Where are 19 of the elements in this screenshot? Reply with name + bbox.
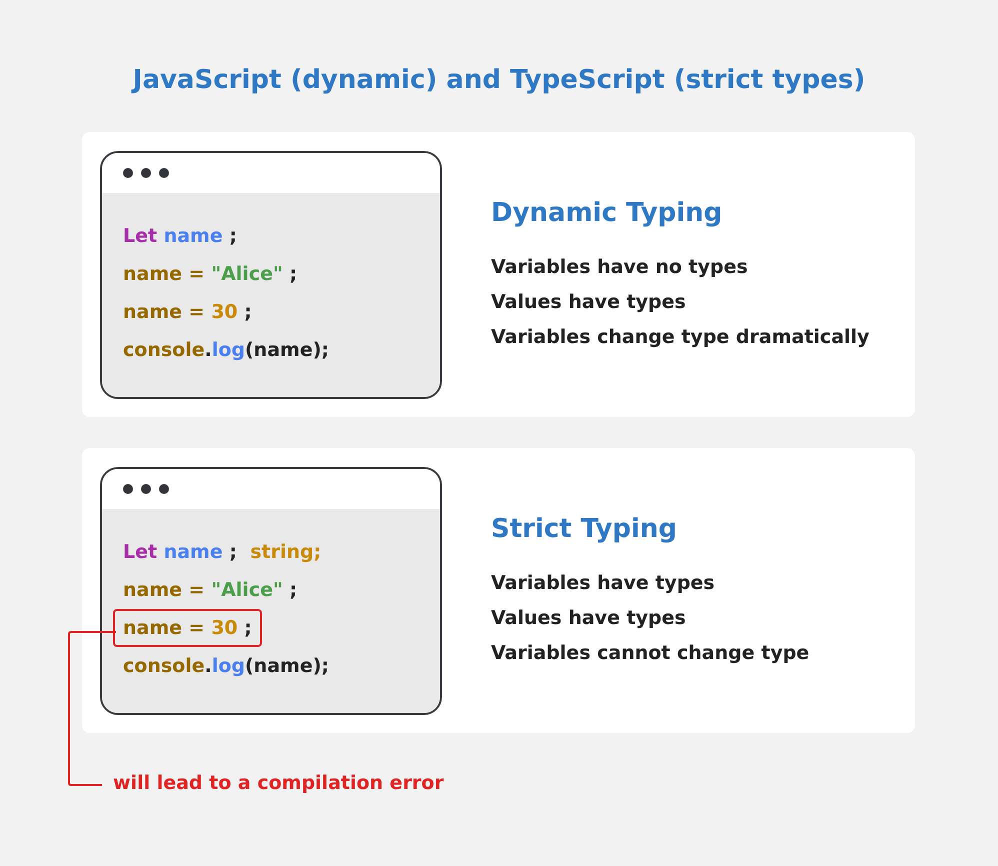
code-line: name = 30 ;: [123, 300, 252, 325]
point-text: Values have types: [491, 290, 687, 315]
section-heading: Dynamic Typing: [491, 197, 724, 230]
point-text: Values have types: [491, 606, 687, 631]
error-note: will lead to a compilation error: [113, 771, 445, 796]
point-text: Variables have no types: [491, 255, 749, 280]
point-text: Variables cannot change type: [491, 641, 810, 666]
section-heading: Strict Typing: [491, 513, 678, 546]
page-title: JavaScript (dynamic) and TypeScript (strict types): [130, 64, 866, 97]
code-line: Let name ;: [123, 224, 237, 249]
code-line: Let name ; string;: [123, 540, 322, 565]
point-text: Variables change type dramatically: [491, 325, 870, 350]
window-dots-icon: [123, 484, 169, 494]
code-line: name = "Alice" ;: [123, 578, 298, 603]
window-dots-icon: [123, 168, 169, 178]
point-text: Variables have types: [491, 571, 716, 596]
code-line: console.log(name);: [123, 654, 329, 679]
code-line: console.log(name);: [123, 338, 329, 363]
code-line: name = "Alice" ;: [123, 262, 298, 287]
